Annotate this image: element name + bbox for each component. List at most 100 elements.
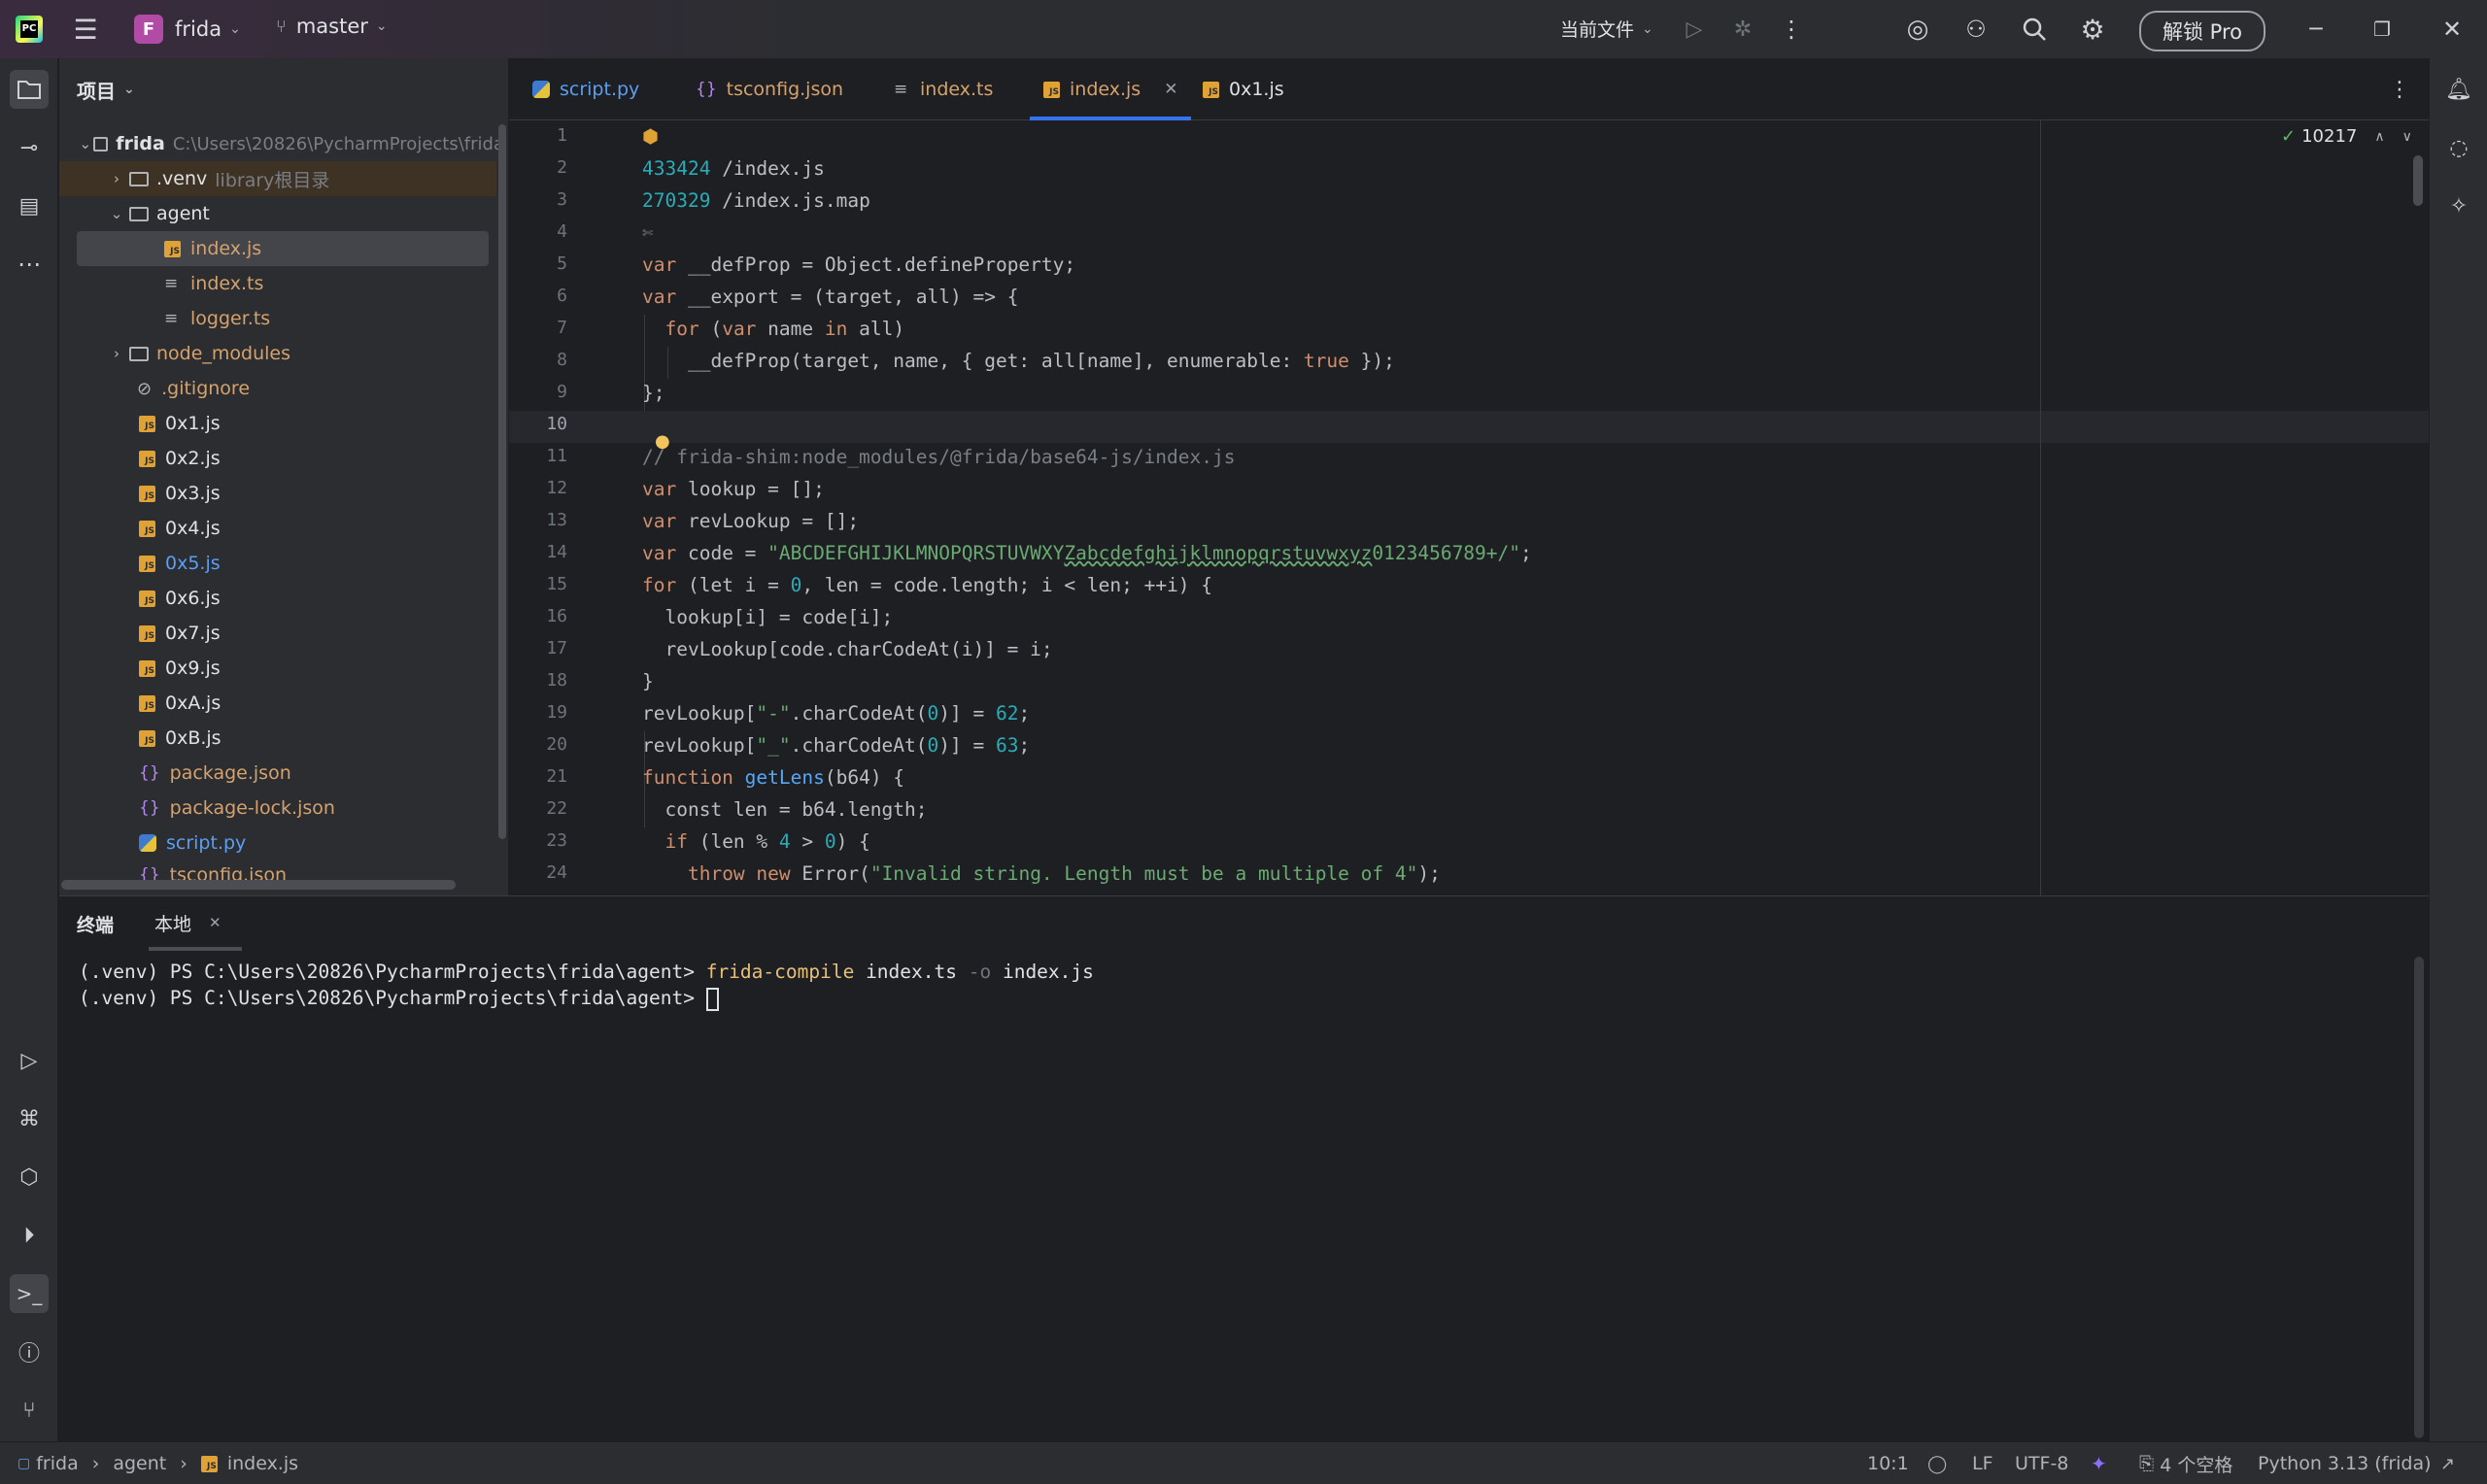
services-icon[interactable]: ⏵: [10, 1216, 49, 1255]
close-tab-icon[interactable]: ✕: [1164, 80, 1177, 99]
python-console-icon[interactable]: ⌘: [10, 1099, 49, 1138]
ai-chat-icon[interactable]: ◌: [2439, 128, 2478, 167]
debug-icon[interactable]: ✲: [1720, 6, 1766, 52]
tree-item-frida-root[interactable]: ⌄ frida C:\Users\20826\PycharmProjects\f…: [77, 126, 504, 161]
chevron-up-icon[interactable]: ∧: [2374, 129, 2384, 145]
project-panel-header[interactable]: 项目 ⌄: [59, 58, 508, 120]
minimize-window-icon[interactable]: ─: [2293, 6, 2339, 52]
tree-item-0xB-js[interactable]: JS 0xB.js: [139, 721, 221, 756]
add-user-icon[interactable]: ⚇: [1953, 6, 1999, 52]
python-interpreter[interactable]: Python 3.13 (frida): [2258, 1442, 2432, 1484]
tree-item-0x6-js[interactable]: JS 0x6.js: [139, 581, 221, 616]
tree-item-gitignore[interactable]: ⊘ .gitignore: [137, 371, 250, 406]
close-window-icon[interactable]: ✕: [2429, 6, 2475, 52]
structure-icon[interactable]: ▤: [10, 186, 49, 225]
tab-index-js[interactable]: JS index.js ✕: [1030, 58, 1192, 120]
tree-item-label: 0x2.js: [165, 448, 221, 469]
tree-item-package-lock-json[interactable]: {} package-lock.json: [139, 791, 335, 826]
unlock-pro-button[interactable]: 解锁 Pro: [2139, 11, 2266, 51]
problems-icon[interactable]: ⓘ: [10, 1332, 49, 1371]
project-switcher[interactable]: F frida ⌄: [134, 15, 241, 44]
folder-icon: [129, 346, 149, 361]
tree-item-node-modules[interactable]: › node_modules: [104, 336, 290, 371]
ai-assistant-icon[interactable]: ◎: [1894, 6, 1941, 52]
ai-status-icon[interactable]: ✦: [2091, 1442, 2107, 1484]
close-terminal-tab-icon[interactable]: ✕: [209, 914, 221, 931]
tree-item-agent[interactable]: ⌄ agent: [104, 196, 210, 231]
js-file-icon: JS: [139, 694, 155, 712]
terminal-header: 终端 本地 ✕: [59, 896, 2429, 951]
terminal-scrollbar[interactable]: [2414, 957, 2424, 1438]
line-number: 8: [557, 350, 567, 370]
python-packages-icon[interactable]: ⬡: [10, 1158, 49, 1197]
tab-script-py[interactable]: script.py: [532, 58, 639, 120]
tree-item-0x4-js[interactable]: JS 0x4.js: [139, 511, 221, 546]
terminal-input-line[interactable]: (.venv) PS C:\Users\20826\PycharmProject…: [79, 987, 719, 1011]
tab-options-icon[interactable]: ⋮: [2376, 66, 2423, 113]
tab-tsconfig-json[interactable]: {} tsconfig.json: [696, 58, 843, 120]
terminal-prompt: (.venv) PS C:\Users\20826\PycharmProject…: [79, 961, 706, 983]
git-icon[interactable]: ⑂: [10, 1391, 49, 1430]
code-editor[interactable]: 1 2 3 4 5 6 7 8 9 10 11 12 13 14 15 16 1…: [509, 120, 2429, 895]
breadcrumb-file[interactable]: index.js: [227, 1453, 298, 1474]
terminal-panel: 终端 本地 ✕ (.venv) PS C:\Users\20826\Pychar…: [59, 895, 2429, 1441]
line-number: 22: [546, 798, 567, 819]
js-file-icon: JS: [139, 729, 155, 747]
more-actions-icon[interactable]: ⋮: [1768, 6, 1815, 52]
search-icon[interactable]: [2011, 6, 2058, 52]
run-icon[interactable]: ▷: [1671, 6, 1718, 52]
project-vertical-scrollbar[interactable]: [498, 124, 506, 839]
more-tools-icon[interactable]: ⋯: [10, 245, 49, 284]
tree-item-0x5-js[interactable]: JS 0x5.js: [139, 546, 221, 581]
chevron-down-icon[interactable]: ∨: [2402, 129, 2412, 145]
readonly-lock-icon[interactable]: ◯: [1927, 1442, 1947, 1484]
copilot-icon[interactable]: ✧: [2439, 186, 2478, 225]
notifications-bell-icon[interactable]: 🔔︎: [2439, 70, 2478, 109]
line-number: 19: [546, 702, 567, 723]
settings-gear-icon[interactable]: ⚙: [2069, 6, 2116, 52]
line-number: 20: [546, 734, 567, 755]
indent-icon: ⎘: [2139, 1453, 2155, 1474]
chevron-down-icon: ⌄: [79, 135, 92, 152]
tab-index-ts[interactable]: ≡ index.ts: [894, 58, 993, 120]
tree-item-0x3-js[interactable]: JS 0x3.js: [139, 476, 221, 511]
tree-item-0x7-js[interactable]: JS 0x7.js: [139, 616, 221, 651]
main-menu-icon[interactable]: ☰: [62, 6, 109, 52]
tree-item-package-json[interactable]: {} package.json: [139, 756, 291, 791]
terminal-tab-local[interactable]: 本地 ✕: [154, 910, 221, 938]
breadcrumb-project[interactable]: frida: [36, 1453, 78, 1474]
tree-item-venv[interactable]: › .venv library根目录: [59, 161, 496, 196]
tree-item-logger-ts[interactable]: ≡ logger.ts: [164, 301, 270, 336]
tree-item-0x2-js[interactable]: JS 0x2.js: [139, 441, 221, 476]
tree-item-0xA-js[interactable]: JS 0xA.js: [139, 686, 221, 721]
project-folder-icon[interactable]: [10, 70, 49, 109]
line-number: 18: [546, 670, 567, 691]
tree-item-label: 0x3.js: [165, 483, 221, 504]
commit-icon[interactable]: ⊸: [10, 128, 49, 167]
tree-item-0x1-js[interactable]: JS 0x1.js: [139, 406, 221, 441]
run-config-selector[interactable]: 当前文件 ⌄: [1560, 16, 1653, 42]
line-separator[interactable]: LF: [1972, 1442, 1993, 1484]
terminal-tab-underline: [149, 947, 242, 951]
inspection-widget[interactable]: ✓ 10217 ∧ ∨: [2281, 126, 2412, 147]
branch-switcher[interactable]: ⑂ master ⌄: [276, 15, 388, 38]
tree-item-script-py[interactable]: script.py: [139, 826, 246, 860]
run-tool-icon[interactable]: ▷: [10, 1041, 49, 1080]
caret-position[interactable]: 10:1: [1867, 1442, 1909, 1484]
project-horizontal-scrollbar[interactable]: [61, 880, 456, 890]
folder-icon: [129, 206, 149, 221]
external-link-icon[interactable]: ↗: [2440, 1442, 2455, 1484]
terminal-icon[interactable]: >_: [10, 1274, 49, 1313]
breadcrumb-folder[interactable]: agent: [113, 1453, 166, 1474]
tree-item-index-ts[interactable]: ≡ index.ts: [164, 266, 263, 301]
tree-item-0x9-js[interactable]: JS 0x9.js: [139, 651, 221, 686]
branch-name: master: [295, 15, 368, 38]
tree-item-index-js[interactable]: JS index.js: [77, 231, 489, 266]
file-encoding[interactable]: UTF-8: [2015, 1442, 2068, 1484]
editor-scrollbar[interactable]: [2413, 155, 2423, 206]
tab-label: index.ts: [920, 79, 994, 100]
tab-0x1-js[interactable]: JS 0x1.js: [1203, 58, 1284, 120]
line-number: 5: [557, 253, 567, 274]
restore-window-icon[interactable]: ❐: [2359, 6, 2405, 52]
indent-setting[interactable]: ⎘ 4 个空格: [2139, 1442, 2232, 1484]
